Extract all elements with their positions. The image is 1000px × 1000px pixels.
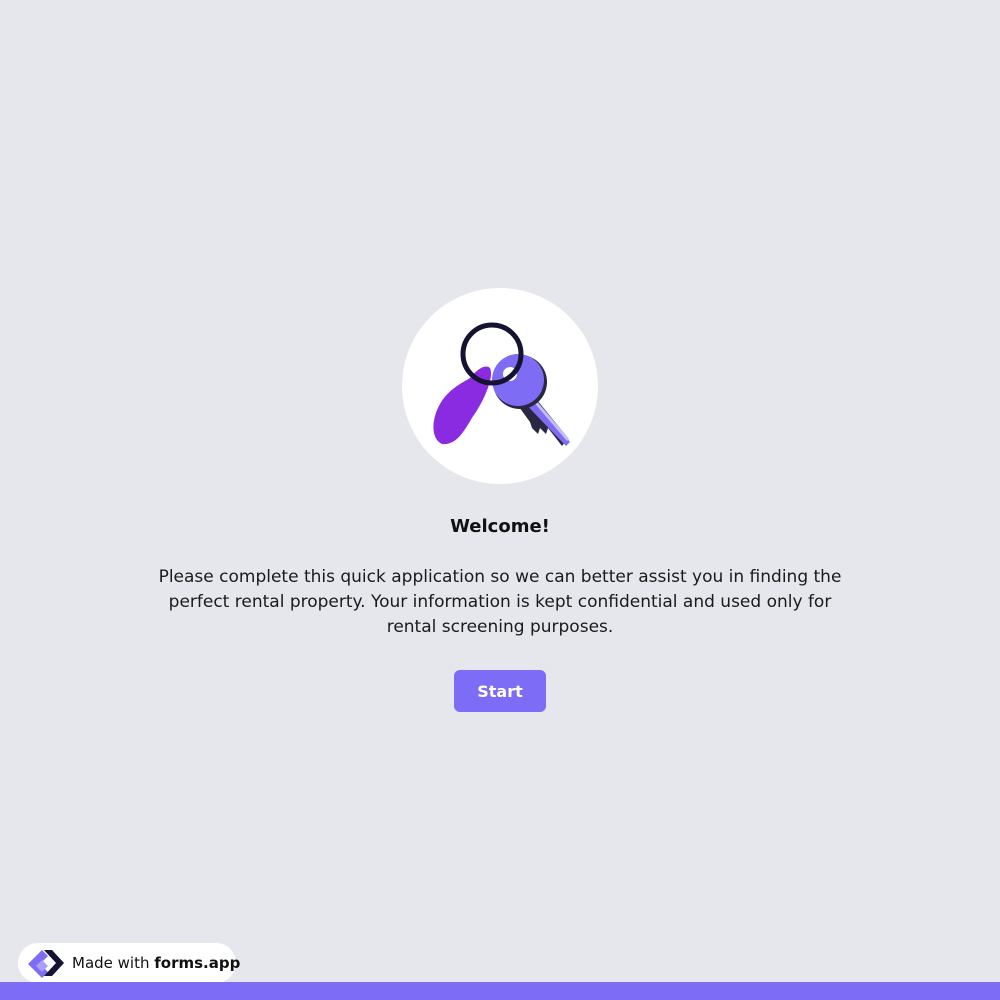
welcome-image (402, 288, 598, 484)
welcome-title: Welcome! (450, 516, 550, 537)
progress-bar (0, 982, 1000, 1000)
brand-name: forms.app (154, 954, 241, 972)
welcome-description: Please complete this quick application s… (158, 567, 842, 637)
keys-icon (433, 322, 570, 446)
forms-app-logo-icon (26, 946, 66, 980)
welcome-page: Welcome! Please complete this quick appl… (0, 0, 1000, 1000)
made-with-badge[interactable]: Made with forms.app (18, 943, 240, 983)
made-with-label: Made with (72, 954, 150, 972)
start-button[interactable]: Start (454, 670, 546, 712)
